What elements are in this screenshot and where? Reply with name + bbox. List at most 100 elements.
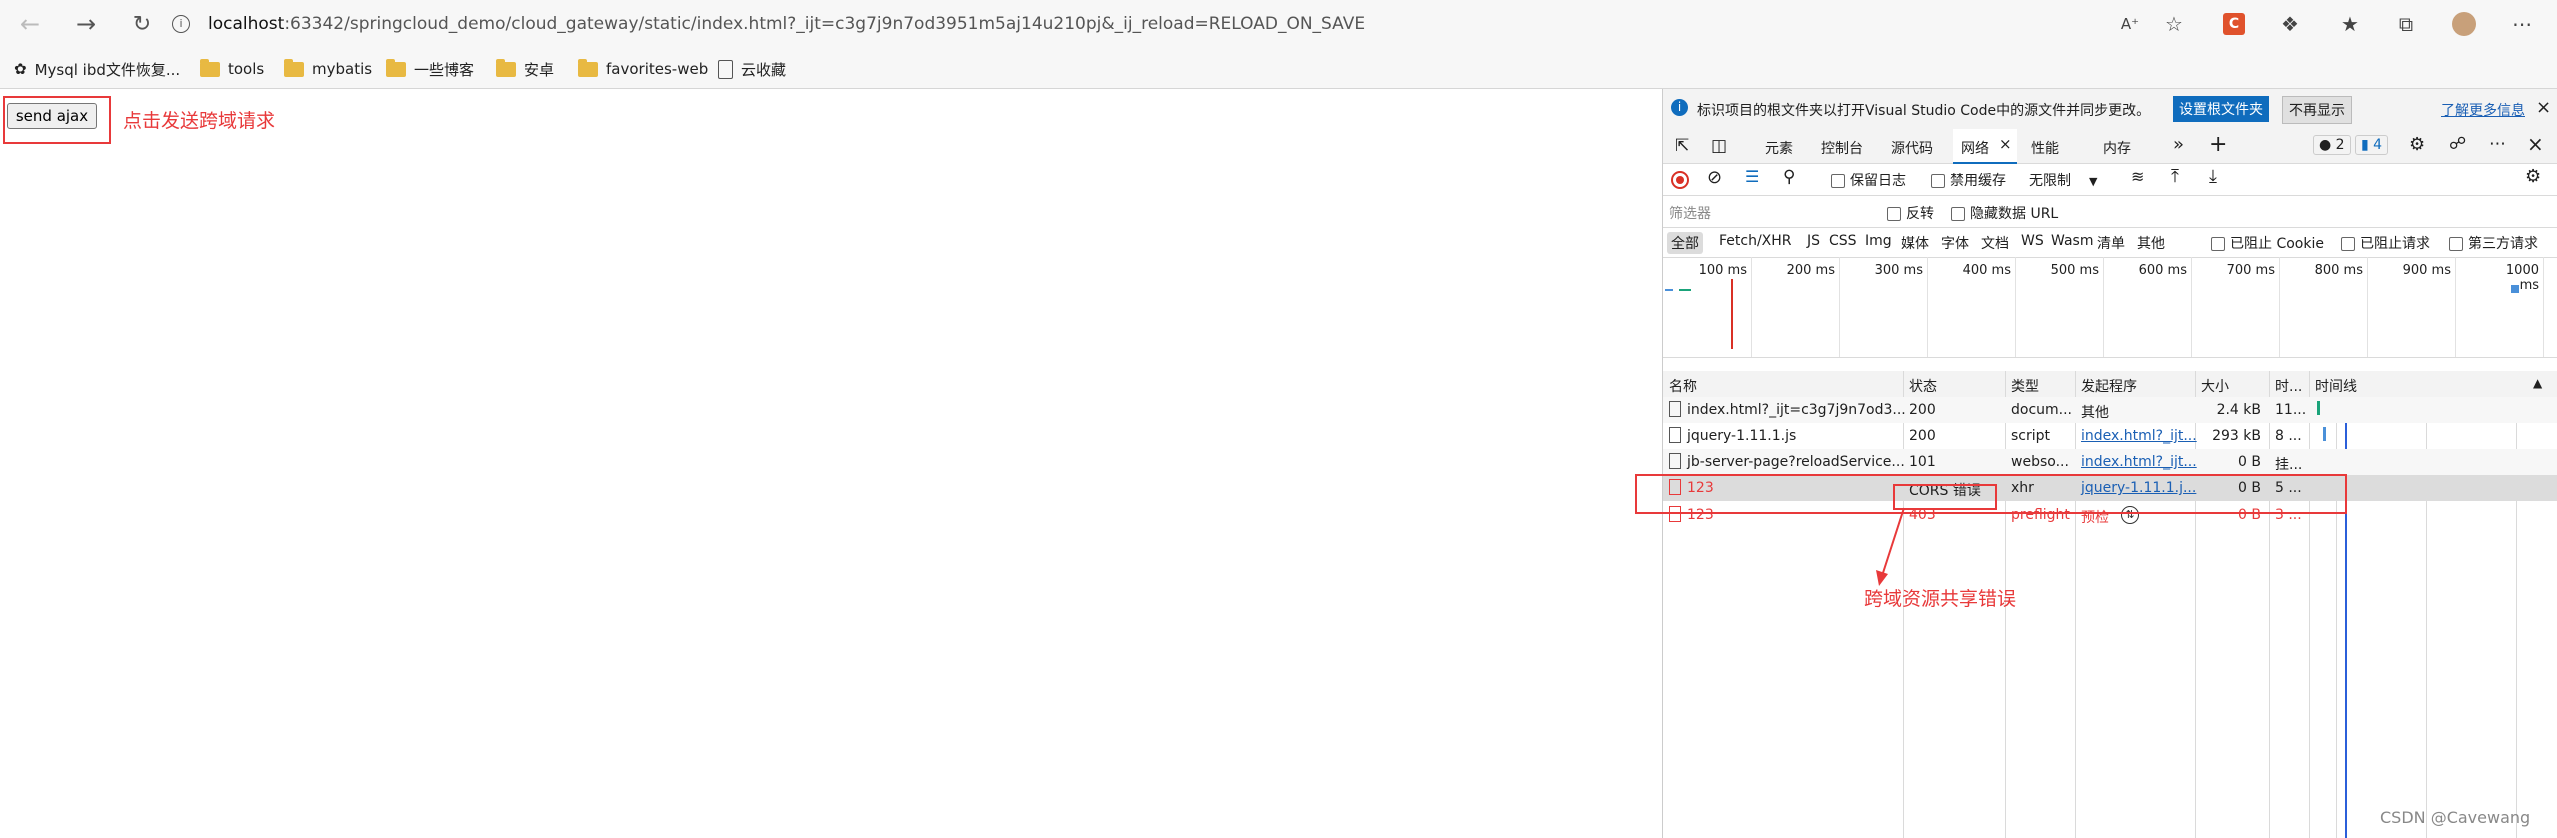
filter-css[interactable]: CSS: [1829, 233, 1857, 249]
filter-input[interactable]: 筛选器: [1669, 203, 1869, 223]
throttle-select[interactable]: 无限制 ▼: [2029, 170, 2109, 190]
address-bar-area: ← → ↻ i localhost:63342/springcloud_demo…: [0, 0, 2557, 48]
folder-icon: [284, 58, 304, 77]
bookmark-mybatis[interactable]: mybatis: [284, 56, 372, 82]
bookmark-blogs[interactable]: 一些博客: [386, 56, 474, 82]
more-options-icon[interactable]: ⋯: [2489, 134, 2506, 154]
messages-badge[interactable]: ▮ 4: [2355, 135, 2389, 155]
timeline-tick-label: 200 ms: [1786, 263, 1835, 278]
table-row[interactable]: index.html?_ijt=c3g7j9n7od3... 200 docum…: [1663, 397, 2557, 423]
network-conditions-icon[interactable]: ≋: [2131, 167, 2144, 186]
filter-icon[interactable]: ☰: [1745, 167, 1759, 186]
refresh-icon[interactable]: ↻: [122, 4, 162, 44]
column-size[interactable]: 大小: [2201, 376, 2229, 396]
request-initiator-link[interactable]: index.html?_ijt...: [2081, 428, 2197, 444]
load-marker: [1731, 279, 1733, 349]
preserve-log-checkbox[interactable]: 保留日志: [1831, 170, 1906, 190]
column-initiator[interactable]: 发起程序: [2081, 376, 2137, 396]
column-type[interactable]: 类型: [2011, 376, 2039, 396]
connect-icon[interactable]: ☍: [2449, 134, 2466, 154]
bookmark-tools[interactable]: tools: [200, 56, 264, 82]
bookmark-android[interactable]: 安卓: [496, 56, 554, 82]
download-icon[interactable]: ⤓: [2209, 166, 2217, 187]
tab-elements[interactable]: 元素: [1765, 138, 1793, 158]
third-party-checkbox[interactable]: 第三方请求: [2449, 233, 2538, 253]
info-icon[interactable]: i: [172, 15, 190, 33]
invert-checkbox[interactable]: 反转: [1887, 203, 1934, 223]
favorites-icon[interactable]: ★: [2336, 10, 2364, 38]
network-settings-icon[interactable]: ⚙: [2525, 166, 2541, 187]
read-aloud-icon[interactable]: A⁺: [2116, 10, 2144, 38]
bookmark-cloud[interactable]: 云收藏: [718, 56, 786, 82]
tab-network[interactable]: 网络 ×: [1953, 129, 2017, 164]
close-icon[interactable]: ×: [2536, 97, 2551, 118]
extension-c-icon[interactable]: C: [2223, 13, 2245, 35]
table-row[interactable]: jquery-1.11.1.js 200 script index.html?_…: [1663, 423, 2557, 449]
clear-icon[interactable]: ⊘: [1707, 167, 1722, 188]
send-ajax-button[interactable]: send ajax: [7, 103, 97, 129]
dont-show-again-button[interactable]: 不再显示: [2282, 96, 2352, 124]
request-time: 11...: [2275, 402, 2307, 418]
request-initiator-link[interactable]: index.html?_ijt...: [2081, 454, 2197, 470]
filter-js[interactable]: JS: [1807, 233, 1820, 249]
extensions-puzzle-icon[interactable]: ❖: [2276, 10, 2304, 38]
filter-font[interactable]: 字体: [1941, 233, 1969, 253]
filter-fetch-xhr[interactable]: Fetch/XHR: [1719, 233, 1792, 249]
column-status[interactable]: 状态: [1909, 376, 1937, 396]
bookmark-label: 云收藏: [741, 60, 787, 79]
more-tabs-icon[interactable]: »: [2173, 134, 2184, 155]
set-root-folder-button[interactable]: 设置根文件夹: [2173, 96, 2269, 122]
bookmark-label: 一些博客: [414, 60, 475, 79]
inspect-icon[interactable]: ⇱: [1675, 136, 1689, 156]
table-row[interactable]: jb-server-page?reloadService... 101 webs…: [1663, 449, 2557, 475]
column-name[interactable]: 名称: [1669, 376, 1697, 396]
hide-data-urls-checkbox[interactable]: 隐藏数据 URL: [1951, 203, 2058, 223]
filter-doc[interactable]: 文档: [1981, 233, 2009, 253]
disable-cache-checkbox[interactable]: 禁用缓存: [1931, 170, 2006, 190]
learn-more-link[interactable]: 了解更多信息: [2441, 100, 2525, 120]
record-icon[interactable]: [1671, 171, 1689, 189]
timeline-tick-label: 700 ms: [2226, 263, 2275, 278]
filter-other[interactable]: 其他: [2137, 233, 2165, 253]
search-icon[interactable]: ⚲: [1783, 167, 1795, 187]
tab-sources[interactable]: 源代码: [1891, 138, 1933, 158]
close-devtools-icon[interactable]: ×: [2527, 132, 2544, 156]
bookmark-favorites-web[interactable]: favorites-web: [578, 56, 708, 82]
blocked-request-label: 已阻止请求: [2360, 236, 2430, 252]
filter-all[interactable]: 全部: [1667, 232, 1703, 254]
timeline-tick-line: [2014, 257, 2016, 357]
filter-wasm[interactable]: Wasm: [2051, 233, 2093, 249]
filter-media[interactable]: 媒体: [1901, 233, 1929, 253]
sort-asc-icon[interactable]: ▲: [2533, 376, 2542, 390]
filter-ws[interactable]: WS: [2021, 233, 2044, 249]
tab-performance[interactable]: 性能: [2031, 138, 2059, 158]
blocked-cookie-checkbox[interactable]: 已阻止 Cookie: [2211, 233, 2324, 253]
column-waterfall[interactable]: 时间线: [2315, 376, 2357, 396]
profile-avatar[interactable]: [2452, 12, 2476, 36]
close-tab-icon[interactable]: ×: [1999, 135, 2012, 153]
back-icon[interactable]: ←: [10, 4, 50, 44]
url-host: localhost: [208, 14, 285, 34]
column-time[interactable]: 时...: [2275, 376, 2302, 396]
more-menu-icon[interactable]: ⋯: [2508, 10, 2536, 38]
issues-badge[interactable]: ● 2: [2313, 135, 2351, 155]
forward-icon[interactable]: →: [66, 4, 106, 44]
url-field[interactable]: i localhost:63342/springcloud_demo/cloud…: [172, 6, 2172, 42]
bookmark-label: Mysql ibd文件恢复...: [34, 60, 181, 79]
filter-manifest[interactable]: 清单: [2097, 233, 2125, 253]
filter-img[interactable]: Img: [1865, 233, 1892, 249]
tab-console[interactable]: 控制台: [1821, 138, 1863, 158]
third-party-label: 第三方请求: [2468, 236, 2538, 252]
timeline-tick-line: [1838, 257, 1840, 357]
upload-icon[interactable]: ⤒: [2171, 166, 2179, 187]
add-tab-icon[interactable]: +: [2209, 132, 2227, 157]
request-size: 0 B: [2238, 454, 2261, 470]
bookmark-mysql[interactable]: ✿ Mysql ibd文件恢复...: [14, 56, 180, 82]
favorite-star-icon[interactable]: ☆: [2160, 10, 2188, 38]
tab-memory[interactable]: 内存: [2103, 138, 2131, 158]
collections-icon[interactable]: ⧉: [2392, 10, 2420, 38]
device-toolbar-icon[interactable]: ◫: [1711, 136, 1727, 156]
blocked-request-checkbox[interactable]: 已阻止请求: [2341, 233, 2430, 253]
disable-cache-label: 禁用缓存: [1950, 173, 2006, 189]
settings-gear-icon[interactable]: ⚙: [2409, 134, 2425, 155]
